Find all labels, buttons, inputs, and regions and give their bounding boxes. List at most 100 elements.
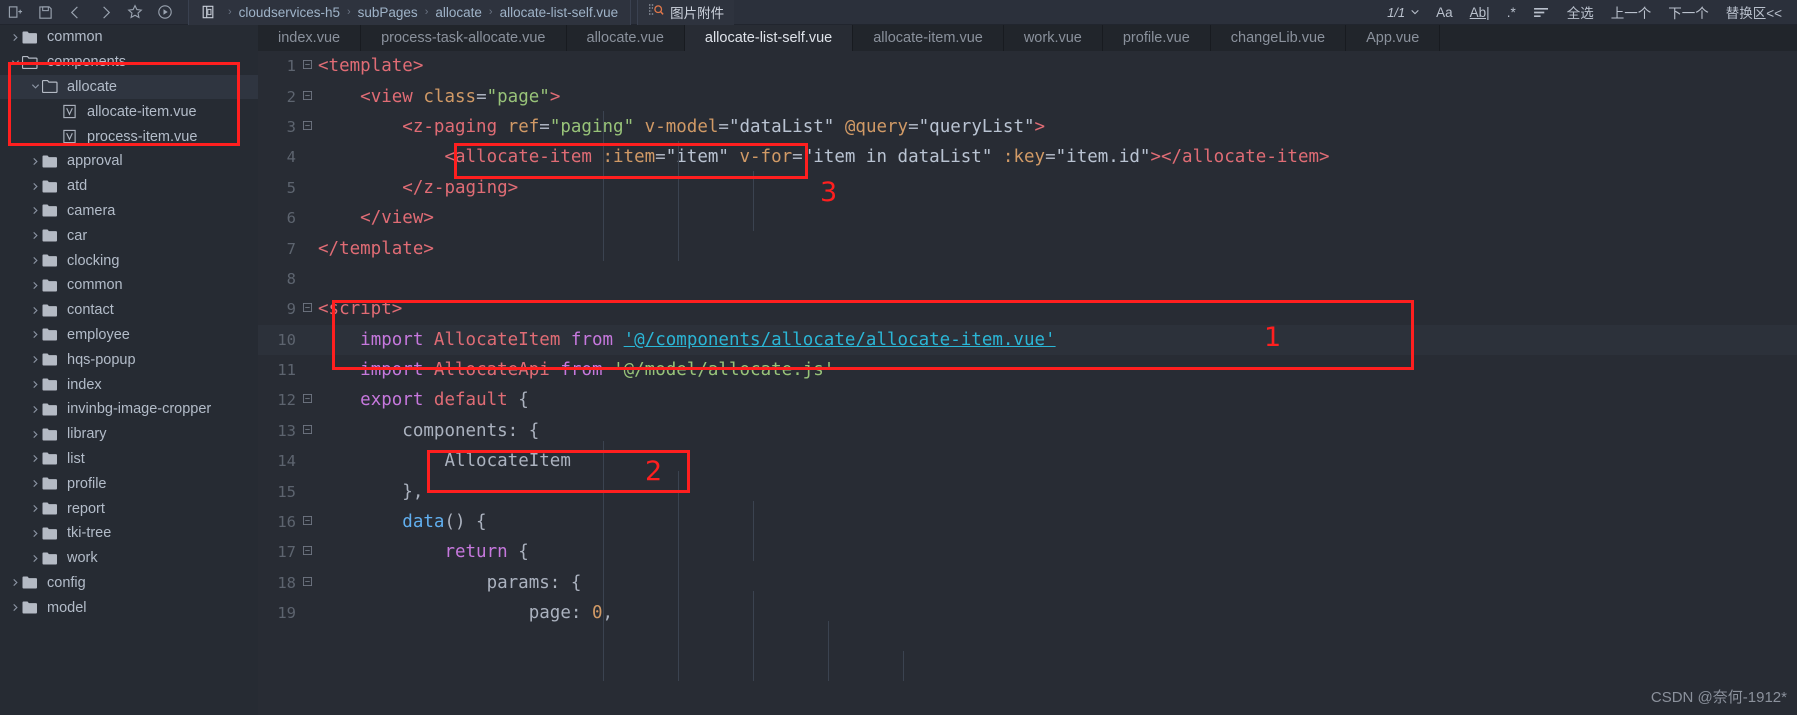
tree-item-config[interactable]: config <box>0 571 258 596</box>
tree-item-invinbg-image-cropper[interactable]: invinbg-image-cropper <box>0 397 258 422</box>
editor-tab-allocate-item-vue[interactable]: allocate-item.vue <box>853 25 1004 51</box>
chevron-right-icon[interactable] <box>28 454 42 463</box>
tree-item-profile[interactable]: profile <box>0 471 258 496</box>
editor-tab-allocate-list-self-vue[interactable]: allocate-list-self.vue <box>684 25 854 51</box>
editor-tab-app-vue[interactable]: App.vue <box>1346 25 1441 51</box>
chevron-down-icon[interactable] <box>1410 0 1426 25</box>
tree-item-camera[interactable]: camera <box>0 199 258 224</box>
chevron-right-icon[interactable] <box>28 206 42 215</box>
fold-toggle-icon[interactable] <box>298 90 316 103</box>
tree-item-common[interactable]: common <box>0 273 258 298</box>
tree-item-tki-tree[interactable]: tki-tree <box>0 521 258 546</box>
chevron-right-icon[interactable] <box>28 330 42 339</box>
tree-item-car[interactable]: car <box>0 223 258 248</box>
save-icon[interactable] <box>30 0 60 25</box>
fold-toggle-icon[interactable] <box>298 424 316 437</box>
fold-toggle-icon[interactable] <box>298 120 316 133</box>
tree-item-components[interactable]: components <box>0 50 258 75</box>
tree-item-list[interactable]: list <box>0 447 258 472</box>
code-line[interactable]: 7 </template> <box>258 233 1797 263</box>
tree-item-allocate[interactable]: allocate <box>0 74 258 100</box>
chevron-right-icon[interactable] <box>28 504 42 513</box>
code-token[interactable]: '@/components/allocate/allocate-item.vue… <box>624 330 1056 350</box>
code-line[interactable]: 17 return { <box>258 537 1797 567</box>
tree-item-process-item-vue[interactable]: process-item.vue <box>0 124 258 149</box>
code-line[interactable]: 6 </view> <box>258 203 1797 233</box>
tree-item-contact[interactable]: contact <box>0 298 258 323</box>
code-line[interactable]: 9 <script> <box>258 294 1797 324</box>
chevron-right-icon[interactable] <box>28 479 42 488</box>
next-match-button[interactable]: 下一个 <box>1661 0 1716 25</box>
editor-tabstrip[interactable]: index.vue process-task-allocate.vue alloca… <box>258 25 1797 51</box>
tree-item-approval[interactable]: approval <box>0 149 258 174</box>
previous-match-button[interactable]: 上一个 <box>1604 0 1659 25</box>
chevron-right-icon[interactable] <box>28 306 42 315</box>
fold-toggle-icon[interactable] <box>298 546 316 558</box>
select-all-button[interactable]: 全选 <box>1560 0 1601 25</box>
chevron-right-icon[interactable] <box>28 430 42 439</box>
replace-panel-toggle[interactable]: 替换区<< <box>1719 0 1789 25</box>
chevron-right-icon[interactable] <box>28 380 42 389</box>
code-line[interactable]: 10 import AllocateItem from '@/component… <box>258 324 1797 355</box>
code-line[interactable]: 1 <template> <box>258 51 1797 81</box>
breadcrumb-item-3[interactable]: allocate-list-self.vue <box>498 5 621 20</box>
chevron-down-icon[interactable] <box>28 82 42 91</box>
forward-arrow-icon[interactable] <box>90 0 120 25</box>
breadcrumb-item-2[interactable]: allocate <box>433 5 484 20</box>
chevron-right-icon[interactable] <box>28 355 42 364</box>
fold-toggle-icon[interactable] <box>298 60 316 72</box>
code-line[interactable]: 2 <view class="page"> <box>258 81 1797 111</box>
tree-item-model[interactable]: model <box>0 595 258 620</box>
breadcrumb-item-0[interactable]: cloudservices-h5 <box>237 5 342 20</box>
tree-item-atd[interactable]: atd <box>0 174 258 199</box>
chevron-right-icon[interactable] <box>28 182 42 191</box>
tree-item-report[interactable]: report <box>0 496 258 521</box>
tree-item-allocate-item-vue[interactable]: allocate-item.vue <box>0 99 258 124</box>
code-line[interactable]: 18 params: { <box>258 568 1797 598</box>
editor-tab-process-task-allocate-vue[interactable]: process-task-allocate.vue <box>361 25 567 51</box>
file-tree-sidebar[interactable]: common components allocate allocate-item.vu… <box>0 25 258 715</box>
code-line[interactable]: 19 page: 0, <box>258 598 1797 628</box>
chevron-right-icon[interactable] <box>8 578 22 587</box>
chevron-right-icon[interactable] <box>8 603 22 612</box>
regex-icon[interactable]: .* <box>1500 0 1523 25</box>
run-icon[interactable] <box>150 0 180 25</box>
code-line[interactable]: 13 components: { <box>258 416 1797 446</box>
filter-lines-icon[interactable] <box>1526 0 1557 25</box>
chevron-right-icon[interactable] <box>28 405 42 414</box>
fold-toggle-icon[interactable] <box>298 576 316 589</box>
chevron-right-icon[interactable] <box>28 554 42 563</box>
code-line[interactable]: 5 </z-paging> <box>258 173 1797 203</box>
chevron-right-icon[interactable] <box>28 281 42 290</box>
tree-item-library[interactable]: library <box>0 422 258 447</box>
chevron-right-icon[interactable] <box>28 256 42 265</box>
tree-item-employee[interactable]: employee <box>0 323 258 348</box>
code-line[interactable]: 14 AllocateItem <box>258 446 1797 476</box>
editor-tab-changelib-vue[interactable]: changeLib.vue <box>1211 25 1347 51</box>
search-in-files-widget[interactable]: 图片附件 <box>637 0 735 25</box>
code-line[interactable]: 8 <box>258 264 1797 294</box>
tree-item-index[interactable]: index <box>0 372 258 397</box>
chevron-right-icon[interactable] <box>28 529 42 538</box>
editor-tab-work-vue[interactable]: work.vue <box>1004 25 1103 51</box>
code-line[interactable]: 12 export default { <box>258 385 1797 415</box>
code-line[interactable]: 16 data() { <box>258 507 1797 537</box>
chevron-right-icon[interactable] <box>28 231 42 240</box>
code-line[interactable]: 11 import AllocateApi from '@/model/allo… <box>258 355 1797 385</box>
fold-toggle-icon[interactable] <box>298 516 316 528</box>
star-icon[interactable] <box>120 0 150 25</box>
code-line[interactable]: 3 <z-paging ref="paging" v-model="dataLi… <box>258 112 1797 142</box>
code-line[interactable]: 15 }, <box>258 476 1797 506</box>
whole-words-icon[interactable]: Ab| <box>1463 0 1497 25</box>
match-case-icon[interactable]: Aa <box>1429 0 1460 25</box>
chevron-right-icon[interactable] <box>8 33 22 42</box>
breadcrumb-item-1[interactable]: subPages <box>356 5 420 20</box>
editor-tab-index-vue[interactable]: index.vue <box>258 25 362 51</box>
tree-item-common[interactable]: common <box>0 25 258 50</box>
tree-item-hqs-popup[interactable]: hqs-popup <box>0 347 258 372</box>
code-area[interactable]: 1 <template> 2 <view class="page"> 3 <z-pag… <box>258 51 1797 715</box>
editor-tab-profile-vue[interactable]: profile.vue <box>1103 25 1211 51</box>
fold-toggle-icon[interactable] <box>298 394 316 406</box>
fold-toggle-icon[interactable] <box>298 303 316 315</box>
chevron-right-icon[interactable] <box>28 157 42 166</box>
